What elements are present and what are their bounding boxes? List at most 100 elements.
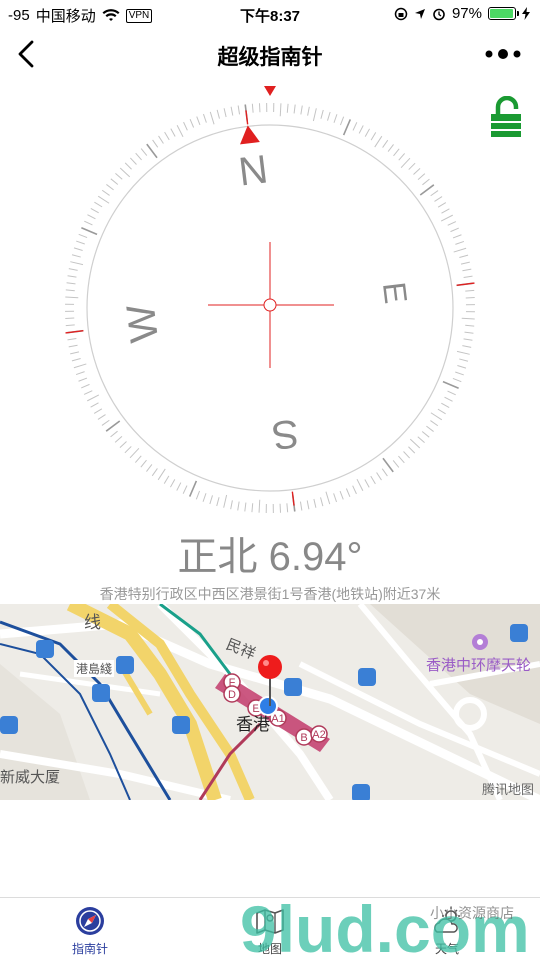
- compass-tick: [447, 221, 457, 226]
- compass-tick: [251, 103, 254, 113]
- compass-tick: [392, 460, 400, 468]
- compass-tick: [286, 503, 289, 513]
- compass-tick: [452, 234, 462, 239]
- tab-weather[interactable]: 天气: [402, 904, 492, 957]
- compass-tick: [465, 289, 475, 292]
- compass-tick: [65, 310, 75, 312]
- compass-tick: [306, 500, 310, 510]
- tab-map[interactable]: 地图: [225, 904, 315, 957]
- compass-tick: [279, 503, 282, 513]
- compass-tick: [244, 502, 247, 512]
- compass-label-e: E: [376, 280, 414, 306]
- compass-tick: [202, 113, 207, 123]
- compass-tick: [459, 358, 469, 362]
- compass-tick: [209, 111, 215, 125]
- compass-tick: [163, 475, 170, 484]
- compass-tick: [460, 261, 470, 265]
- compass-tick: [189, 119, 195, 128]
- compass-tick: [81, 226, 98, 236]
- compass-tick: [358, 125, 364, 134]
- compass-tick: [434, 196, 443, 202]
- compass-tick: [430, 412, 443, 421]
- map-icon: [256, 909, 284, 934]
- compass-tick: [370, 132, 377, 141]
- compass-tick: [68, 268, 78, 271]
- location-address: 香港特别行政区中西区港景街1号香港(地铁站)附近37米: [99, 586, 441, 602]
- compass-tick: [417, 173, 426, 180]
- compass-tick: [251, 503, 254, 513]
- compass-tick: [382, 457, 394, 473]
- compass-tick: [462, 268, 472, 272]
- compass-tick: [381, 468, 388, 477]
- tab-label: 地图: [257, 942, 282, 956]
- compass-tick: [352, 485, 357, 495]
- compass-tick: [376, 472, 382, 481]
- compass-tick: [84, 220, 93, 226]
- north-marker-icon: [264, 86, 276, 96]
- compass-tick: [202, 493, 207, 502]
- compass-tick: [216, 497, 220, 507]
- compass-tick: [223, 108, 227, 118]
- compass-tick: [90, 402, 99, 408]
- compass-tick: [230, 500, 233, 510]
- compass-tick: [345, 488, 351, 497]
- compass-tick: [426, 425, 434, 432]
- compass-tick: [441, 402, 450, 409]
- compass-tick: [465, 324, 475, 327]
- compass-tick: [279, 103, 282, 117]
- compass-tick: [370, 475, 376, 485]
- compass-tick: [119, 167, 131, 178]
- compass-tick: [124, 446, 132, 454]
- compass-tick: [465, 296, 475, 299]
- compass-tick: [110, 178, 119, 185]
- tab-label: 天气: [434, 942, 459, 956]
- compass-tick: [400, 157, 411, 169]
- compass-tick: [465, 304, 475, 306]
- weather-icon: [434, 907, 460, 933]
- more-button[interactable]: [484, 44, 522, 64]
- compass-tick: [169, 479, 176, 488]
- compass-tick: [183, 121, 188, 131]
- compass-tick: [140, 148, 148, 156]
- compass-tick: [456, 350, 470, 355]
- compass-tick: [327, 111, 331, 121]
- alarm-icon: [433, 8, 445, 20]
- compass-tick: [97, 195, 110, 204]
- compass-tick: [356, 478, 364, 491]
- compass-tick: [71, 254, 81, 258]
- compass-tick: [176, 482, 182, 491]
- compass-tick: [430, 190, 439, 197]
- map-view[interactable]: F D E A1 B A2 线 民祥 港島綫 香港中环摩天轮 香港 新威大厦 腾…: [0, 604, 540, 800]
- compass-tick: [325, 491, 331, 505]
- compass-tick: [333, 493, 338, 503]
- exit-label: D: [228, 689, 236, 701]
- compass-tick: [447, 390, 456, 396]
- compass-tick: [230, 106, 234, 116]
- compass-tick: [455, 371, 464, 376]
- compass-tick: [453, 247, 467, 253]
- compass-tick: [299, 501, 303, 511]
- compass-tick: [409, 438, 421, 449]
- compass-tick: [307, 106, 310, 116]
- tab-compass[interactable]: 指南针: [45, 904, 135, 957]
- compass-tick: [403, 451, 411, 459]
- compass-tick: [457, 365, 467, 369]
- compass-tick: [452, 377, 462, 383]
- compass-tick: [444, 396, 453, 402]
- compass-tick: [97, 414, 106, 420]
- compass-tick: [67, 275, 77, 278]
- compass-tick: [237, 501, 240, 511]
- compass-tick: [101, 419, 110, 426]
- status-bar: -95 中国移动 VPN 下午8:37 97%: [0, 0, 540, 28]
- crosshair-icon: [208, 242, 334, 368]
- compass-tick: [70, 351, 80, 355]
- compass-tick: [87, 394, 100, 402]
- compass-dial: N E S W: [40, 78, 500, 538]
- battery-icon: [488, 7, 519, 20]
- compass-tick: [176, 125, 184, 138]
- compass-tick: [455, 240, 465, 245]
- compass-tick: [437, 202, 447, 208]
- nav-bar: 超级指南针: [0, 28, 540, 80]
- compass-tick: [67, 337, 77, 341]
- compass-tick: [94, 201, 103, 208]
